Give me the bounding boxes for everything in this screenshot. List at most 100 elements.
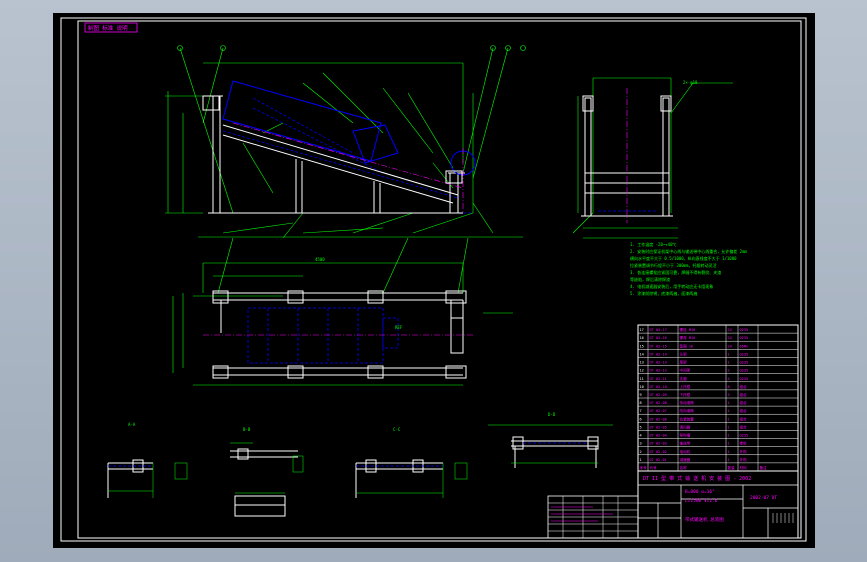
drawing-tag: 制图 标准 说明 xyxy=(84,22,138,33)
bom-cell: 1 xyxy=(728,361,730,365)
cad-viewport[interactable]: 制图 标准 说明 2×-φ18 4500 REF A-A B-B C-C D-D… xyxy=(0,0,867,562)
bom-cell: 1 xyxy=(728,425,730,429)
plan-view[interactable]: 4500 REF xyxy=(172,237,513,386)
bill-of-materials[interactable]: 17 DT 02-17 螺栓 M16 24 Q23516 DT 02-16 螺母 M16 24… xyxy=(637,324,799,472)
section-c[interactable]: C-C xyxy=(355,427,468,498)
bom-cell: 9 xyxy=(640,393,642,397)
bom-header-cell: 材料 xyxy=(740,465,748,470)
svg-text:4500: 4500 xyxy=(315,257,325,262)
bom-cell: DT 02-01 xyxy=(650,458,667,462)
note-line: 5. 涂漆前除锈，底漆两遍，面漆两遍 xyxy=(630,290,697,296)
bom-cell: 3 xyxy=(640,442,642,446)
drawing-tag-text: 制图 标准 说明 xyxy=(88,24,128,32)
bom-cell: DT 02-02 xyxy=(650,450,667,454)
bom-cell: 1 xyxy=(728,409,730,413)
bom-cell: 5 xyxy=(640,425,642,429)
bom-header-cell: 数量 xyxy=(728,465,736,470)
bom-cell: 清扫器 xyxy=(680,424,691,429)
note-line: 拉紧装置调节行程不小于 300mm，托辊转动灵活 xyxy=(630,262,716,268)
bom-cell: 1 xyxy=(728,442,730,446)
note-line: 等缺陷，焊后清除焊渣 xyxy=(630,276,670,282)
bom-cell: DT 02-10 xyxy=(650,385,667,389)
bom-header-cell: 名称 xyxy=(680,465,688,470)
section-d-label: D-D xyxy=(548,412,556,417)
bom-cell: DT 02-17 xyxy=(650,328,667,332)
bom-header-cell: 代号 xyxy=(650,465,658,470)
project-title: DT II 型 带 式 输 送 机 安 装 图 - 2002 xyxy=(643,475,751,482)
bom-cell: 24 xyxy=(728,336,732,340)
bom-cell: 输送带 xyxy=(680,441,691,446)
bom-cell: DT 02-14 xyxy=(650,352,667,356)
bom-cell: 2 xyxy=(640,450,642,454)
bom-cell: 组合 xyxy=(740,408,748,413)
bom-cell: 13 xyxy=(640,361,644,365)
bom-cell: 1 xyxy=(728,450,730,454)
bom-cell: Q235 xyxy=(740,352,749,356)
bom-cell: DT 02-09 xyxy=(650,393,667,397)
note-line: 横向水平度不大于 0.5/1000，纵向直线度不大于 1/1000 xyxy=(630,255,737,261)
note-line: 1. 工作温度 -20~+40℃ xyxy=(630,241,677,247)
bom-cell: 10 xyxy=(640,385,644,389)
bom-cell: 下托辊 xyxy=(680,392,691,397)
bom-cell: 尾架 xyxy=(680,360,688,365)
note-line: 4. 电机减速器安装后，用手转动应无卡阻现象 xyxy=(630,283,713,289)
bom-cell: 6 xyxy=(640,417,642,421)
bom-cell: DT 02-03 xyxy=(650,442,667,446)
bom-cell: 11 xyxy=(640,377,644,381)
bom-cell: 组合 xyxy=(740,416,748,421)
bom-cell: 8 xyxy=(728,385,730,389)
bom-cell: 橡胶 xyxy=(740,441,748,446)
end-view[interactable]: 2×-φ18 xyxy=(572,77,733,239)
side-elevation-view[interactable] xyxy=(165,45,526,239)
cad-drawing[interactable]: 制图 标准 说明 2×-φ18 4500 REF A-A B-B C-C D-D… xyxy=(53,13,815,548)
bom-cell: 导料槽 xyxy=(680,433,691,438)
section-c-label: C-C xyxy=(393,427,401,432)
bom-cell: 24 xyxy=(728,328,732,332)
svg-text:2×-φ18: 2×-φ18 xyxy=(683,80,698,85)
bom-cell: DT 02-11 xyxy=(650,377,667,381)
bom-cell: 15 xyxy=(640,344,644,348)
bom-cell: 组合 xyxy=(740,424,748,429)
bom-cell: Q235 xyxy=(740,369,749,373)
bom-cell: 组合 xyxy=(740,392,748,397)
bom-cell: 3 xyxy=(728,393,730,397)
bom-cell: 17 xyxy=(640,328,644,332)
bom-cell: 7 xyxy=(640,409,642,413)
bom-header-cell: 备注 xyxy=(760,465,768,470)
bom-cell: 65Mn xyxy=(740,344,749,348)
bom-cell: 8 xyxy=(640,401,642,405)
bom-cell: 头架 xyxy=(680,351,688,356)
bom-cell: DT 02-13 xyxy=(650,361,667,365)
drawing-sheet[interactable]: 制图 标准 说明 2×-φ18 4500 REF A-A B-B C-C D-D… xyxy=(53,13,815,548)
section-b-label: B-B xyxy=(243,427,251,432)
bom-cell: 中间架 xyxy=(680,368,691,373)
bom-cell: 1 xyxy=(728,434,730,438)
section-b[interactable]: B-B xyxy=(230,427,304,517)
bom-cell: Q235 xyxy=(740,361,749,365)
bom-cell: DT 02-07 xyxy=(650,409,667,413)
bom-cell: 组合 xyxy=(740,384,748,389)
title-block[interactable]: DT II 型 带 式 输 送 机 安 装 图 - 2002 B=800 α=1… xyxy=(637,470,799,539)
bom-cell: 支腿 xyxy=(680,376,688,381)
bom-cell: Q235 xyxy=(740,434,749,438)
bom-cell: 螺栓 M16 xyxy=(680,327,696,332)
bom-cell: 1 xyxy=(728,352,730,356)
bom-cell: 4 xyxy=(728,377,730,381)
bom-cell: 24 xyxy=(728,344,732,348)
revision-table xyxy=(547,495,639,539)
note-line: 2. 安装时应保证机架中心线与输送带中心线重合，允许偏差 2mm xyxy=(630,248,747,254)
bom-cell: DT 02-16 xyxy=(650,336,667,340)
bom-cell: 组合 xyxy=(740,400,748,405)
bom-cell: 拉紧装置 xyxy=(680,416,695,421)
bom-cell: DT 02-08 xyxy=(650,401,667,405)
spec-line-2: L=1500 V=1.6 xyxy=(685,498,718,504)
inner-frame xyxy=(77,20,802,539)
spec-line-1: B=800 α=16° xyxy=(685,489,715,495)
section-d[interactable]: D-D xyxy=(488,412,613,468)
bom-cell: 2 xyxy=(728,369,730,373)
bom-cell: DT 02-06 xyxy=(650,417,667,421)
bom-cell: 螺母 M16 xyxy=(680,335,696,340)
bom-cell: 减速器 xyxy=(680,457,691,462)
section-a[interactable]: A-A xyxy=(107,422,188,498)
bom-cell: 外购 xyxy=(740,449,748,454)
